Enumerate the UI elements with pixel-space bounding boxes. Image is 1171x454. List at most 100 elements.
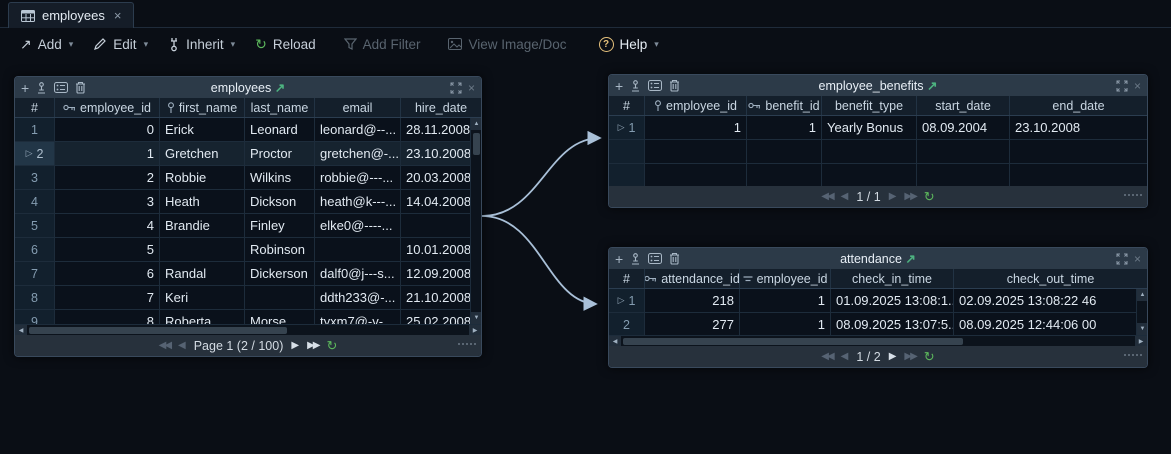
column-header[interactable]: email — [315, 98, 401, 117]
cell-email[interactable]: tyxm7@-v-... — [315, 310, 401, 324]
cell-benefit-type[interactable] — [822, 164, 917, 186]
maximize-icon[interactable] — [1116, 253, 1128, 265]
cell-hire-date[interactable]: 23.10.2008 — [401, 142, 481, 166]
table-row[interactable]: ▷1 218 1 01.09.2025 13:08:1... 02.09.202… — [609, 289, 1147, 313]
cell-first-name[interactable]: Randal — [160, 262, 245, 286]
cell-check-out-time[interactable]: 02.09.2025 13:08:22 46 — [954, 289, 1147, 313]
cell-last-name[interactable]: Proctor — [245, 142, 315, 166]
table-row[interactable]: 1 0 Erick Leonard leonard@--... 28.11.20… — [15, 118, 481, 142]
cell-first-name[interactable]: Heath — [160, 190, 245, 214]
scroll-thumb[interactable] — [473, 133, 480, 155]
cell-check-in-time[interactable]: 01.09.2025 13:08:1... — [831, 289, 954, 313]
cell-attendance-id[interactable]: 218 — [645, 289, 740, 313]
structure-icon[interactable] — [630, 80, 641, 92]
row-number[interactable]: 3 — [15, 166, 55, 190]
cell-start-date[interactable] — [917, 140, 1010, 164]
cell-email[interactable]: leonard@--... — [315, 118, 401, 142]
close-panel-icon[interactable]: × — [1134, 252, 1141, 266]
cell-last-name[interactable]: Leonard — [245, 118, 315, 142]
cell-benefit-type[interactable]: Yearly Bonus — [822, 116, 917, 140]
row-number[interactable]: 9 — [15, 310, 55, 324]
resize-grip[interactable] — [1124, 354, 1142, 356]
column-header[interactable]: employee_id — [740, 269, 831, 288]
table-row[interactable]: 3 2 Robbie Wilkins robbie@---... 20.03.2… — [15, 166, 481, 190]
column-header[interactable]: attendance_id — [645, 269, 740, 288]
cell-hire-date[interactable]: 25.02.2008 — [401, 310, 481, 324]
tab-employees[interactable]: employees × — [8, 2, 134, 28]
column-header[interactable]: benefit_type — [822, 96, 917, 115]
scroll-thumb[interactable] — [623, 338, 963, 345]
cell-benefit-id[interactable] — [747, 140, 822, 164]
scroll-up-icon[interactable]: ▲ — [1137, 289, 1147, 301]
cell-email[interactable]: elke0@----... — [315, 214, 401, 238]
scroll-down-icon[interactable]: ▼ — [1137, 323, 1147, 335]
form-view-icon[interactable] — [54, 82, 68, 93]
refresh-icon[interactable]: ↻ — [924, 349, 935, 365]
maximize-icon[interactable] — [1116, 80, 1128, 92]
cell-hire-date[interactable]: 28.11.2008 — [401, 118, 481, 142]
cell-start-date[interactable] — [917, 164, 1010, 186]
table-row[interactable]: 2 277 1 08.09.2025 13:07:5... 08.09.2025… — [609, 313, 1147, 335]
cell-employee-id[interactable]: 3 — [55, 190, 160, 214]
structure-icon[interactable] — [36, 82, 47, 94]
cell-last-name[interactable]: Dickson — [245, 190, 315, 214]
last-page-button[interactable]: ▶▶ — [307, 340, 318, 351]
add-button[interactable]: ↗ Add▾ — [14, 34, 79, 55]
cell-email[interactable]: dalf0@j---s... — [315, 262, 401, 286]
cell-hire-date[interactable]: 21.10.2008 — [401, 286, 481, 310]
structure-icon[interactable] — [630, 253, 641, 265]
add-filter-button[interactable]: Add Filter — [338, 34, 427, 55]
cell-email[interactable] — [315, 238, 401, 262]
row-number[interactable]: 6 — [15, 238, 55, 262]
column-header[interactable]: # — [15, 98, 55, 117]
row-number[interactable]: 8 — [15, 286, 55, 310]
cell-hire-date[interactable]: 10.01.2008 — [401, 238, 481, 262]
cell-last-name[interactable]: Morse — [245, 310, 315, 324]
first-page-button[interactable]: ◀◀ — [821, 191, 832, 202]
form-view-icon[interactable] — [648, 253, 662, 264]
form-view-icon[interactable] — [648, 80, 662, 91]
row-number[interactable] — [609, 164, 645, 186]
cell-end-date[interactable] — [1010, 140, 1147, 164]
next-page-button[interactable]: ▶ — [291, 340, 299, 351]
close-panel-icon[interactable]: × — [468, 81, 475, 95]
table-row-selected[interactable]: ▷2 1 Gretchen Proctor gretchen@-... 23.1… — [15, 142, 481, 166]
refresh-icon[interactable]: ↻ — [924, 189, 935, 205]
column-header[interactable]: first_name — [160, 98, 245, 117]
column-header[interactable]: # — [609, 269, 645, 288]
cell-benefit-id[interactable] — [747, 164, 822, 186]
row-number[interactable]: 5 — [15, 214, 55, 238]
cell-employee-id[interactable]: 5 — [55, 238, 160, 262]
cell-hire-date[interactable] — [401, 214, 481, 238]
vertical-scrollbar[interactable]: ▲ ▼ — [470, 118, 481, 324]
column-header[interactable]: check_out_time — [954, 269, 1147, 288]
table-row-empty[interactable] — [609, 140, 1147, 164]
row-number[interactable]: ▷2 — [15, 142, 55, 166]
next-page-button[interactable]: ▶ — [889, 191, 897, 202]
cell-attendance-id[interactable]: 277 — [645, 313, 740, 335]
horizontal-scrollbar[interactable]: ◀ ▶ — [15, 324, 481, 335]
view-image-doc-button[interactable]: View Image/Doc — [442, 34, 572, 55]
cell-last-name[interactable]: Wilkins — [245, 166, 315, 190]
prev-page-button[interactable]: ◀ — [841, 191, 849, 202]
column-header[interactable]: end_date — [1010, 96, 1147, 115]
column-header[interactable]: start_date — [917, 96, 1010, 115]
next-page-button[interactable]: ▶ — [889, 351, 897, 362]
row-number[interactable]: 7 — [15, 262, 55, 286]
delete-row-icon[interactable] — [669, 252, 680, 265]
cell-employee-id[interactable]: 1 — [740, 289, 831, 313]
cell-hire-date[interactable]: 14.04.2008 — [401, 190, 481, 214]
help-button[interactable]: ? Help▾ — [593, 34, 665, 55]
column-header[interactable]: benefit_id — [747, 96, 822, 115]
row-number[interactable]: ▷1 — [609, 289, 645, 313]
resize-grip[interactable] — [1124, 194, 1142, 196]
cell-employee-id[interactable]: 0 — [55, 118, 160, 142]
table-row[interactable]: 5 4 Brandie Finley elke0@----... — [15, 214, 481, 238]
prev-page-button[interactable]: ◀ — [841, 351, 849, 362]
refresh-icon[interactable]: ↻ — [326, 338, 337, 354]
maximize-icon[interactable] — [450, 82, 462, 94]
insert-row-icon[interactable]: + — [615, 251, 623, 267]
column-header[interactable]: check_in_time — [831, 269, 954, 288]
cell-hire-date[interactable]: 20.03.2008 — [401, 166, 481, 190]
cell-last-name[interactable]: Dickerson — [245, 262, 315, 286]
